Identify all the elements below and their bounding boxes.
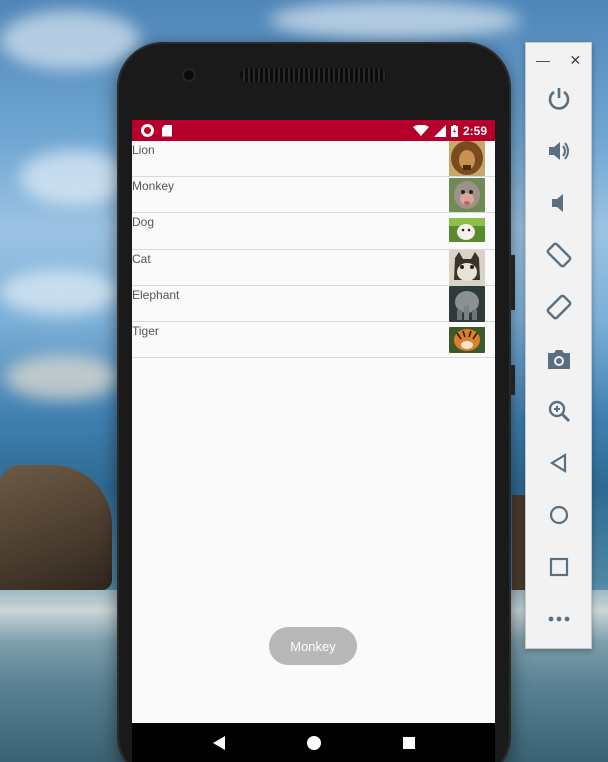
list-item[interactable]: Dog <box>132 213 495 250</box>
list-item-label: Monkey <box>132 179 175 194</box>
zoom-icon <box>548 400 570 423</box>
rotate-left-button[interactable] <box>526 235 591 275</box>
more-button[interactable] <box>526 599 591 639</box>
clock: 2:59 <box>462 123 487 138</box>
toast-message: Monkey <box>269 627 357 665</box>
list-item-label: Dog <box>132 215 155 230</box>
overview-button[interactable] <box>526 547 591 587</box>
list-item[interactable]: Monkey <box>132 177 495 214</box>
list-item[interactable]: Elephant <box>132 285 495 322</box>
more-icon <box>548 616 569 622</box>
wifi-icon: x <box>412 124 429 137</box>
volume-down-button[interactable] <box>526 183 591 223</box>
overview-icon <box>549 557 568 577</box>
power-icon <box>548 88 569 110</box>
volume-up-icon <box>548 142 569 160</box>
list-item-label: Elephant <box>132 287 180 302</box>
emulator-toolbar: — ✕ <box>525 42 592 649</box>
list-item-label: Cat <box>132 251 151 266</box>
rotate-right-icon <box>546 294 571 320</box>
status-bar: x 2:59 <box>132 120 495 141</box>
sd-card-icon <box>162 124 172 137</box>
home-icon[interactable] <box>306 735 321 750</box>
volume-up-button[interactable] <box>526 131 591 171</box>
lion-photo-icon <box>449 141 485 176</box>
list-item[interactable]: Lion <box>132 141 495 178</box>
elephant-photo-icon <box>449 285 485 322</box>
device-screen: x 2:59 Lion Monkey Dog Cat Elephant Tige… <box>132 120 495 762</box>
dog-photo-icon <box>449 218 485 243</box>
screenshot-button[interactable] <box>526 339 591 379</box>
earpiece-speaker <box>240 68 386 82</box>
navigation-bar <box>132 723 495 762</box>
front-camera <box>184 70 194 80</box>
volume-key <box>511 255 515 310</box>
list-item-label: Tiger <box>132 323 159 338</box>
signal-icon <box>433 124 446 137</box>
rotate-left-icon <box>546 242 571 268</box>
svg-text:x: x <box>422 133 425 137</box>
power-button[interactable] <box>526 79 591 119</box>
home-button[interactable] <box>526 495 591 535</box>
animal-list[interactable]: Lion Monkey Dog Cat Elephant Tiger <box>132 141 495 359</box>
rotate-right-button[interactable] <box>526 287 591 327</box>
volume-down-icon <box>551 194 563 212</box>
back-button[interactable] <box>526 443 591 483</box>
minimize-icon[interactable]: — <box>536 52 550 68</box>
battery-icon <box>450 124 458 137</box>
camera-icon <box>547 350 570 369</box>
overview-icon[interactable] <box>402 736 415 749</box>
close-icon[interactable]: ✕ <box>569 52 581 69</box>
record-icon <box>141 124 154 137</box>
cat-photo-icon <box>449 249 485 286</box>
zoom-button[interactable] <box>526 391 591 431</box>
list-item[interactable]: Tiger <box>132 322 495 359</box>
list-item[interactable]: Cat <box>132 249 495 286</box>
power-key <box>511 365 515 395</box>
monkey-photo-icon <box>449 178 485 213</box>
list-item-label: Lion <box>132 143 155 157</box>
tiger-photo-icon <box>449 326 485 353</box>
back-icon[interactable] <box>212 735 225 750</box>
home-icon <box>549 505 568 525</box>
back-icon <box>549 453 566 473</box>
